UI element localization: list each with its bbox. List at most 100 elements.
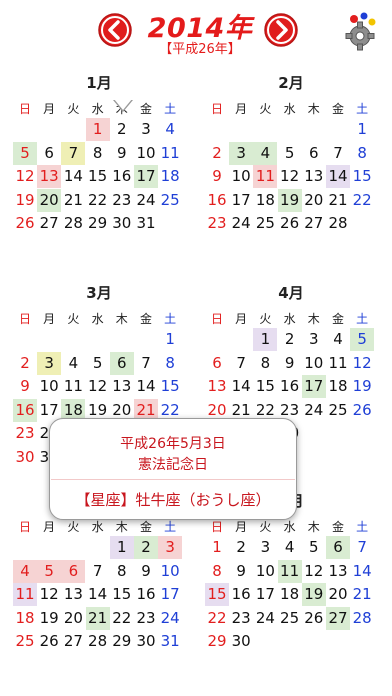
day-cell[interactable]: 22: [86, 189, 110, 212]
day-cell[interactable]: 16: [110, 165, 134, 188]
day-cell[interactable]: 5: [350, 328, 375, 351]
day-cell[interactable]: 19: [277, 188, 302, 212]
day-cell[interactable]: 17: [253, 583, 277, 606]
day-cell[interactable]: 1: [158, 328, 182, 351]
next-year-button[interactable]: [263, 12, 299, 48]
day-cell[interactable]: 15: [350, 165, 374, 188]
day-cell[interactable]: 25: [253, 212, 277, 235]
day-cell[interactable]: 20: [302, 189, 326, 212]
day-cell[interactable]: 18: [13, 607, 37, 630]
day-cell[interactable]: 30: [110, 212, 134, 235]
day-cell[interactable]: 11: [61, 375, 85, 398]
day-cell[interactable]: 8: [253, 352, 277, 375]
day-cell[interactable]: 2: [205, 142, 229, 165]
day-cell[interactable]: 17: [229, 189, 253, 212]
day-cell[interactable]: 11: [326, 352, 350, 375]
day-cell[interactable]: 21: [85, 606, 110, 630]
day-cell[interactable]: 11: [158, 142, 182, 165]
day-cell[interactable]: 7: [134, 352, 158, 375]
day-cell[interactable]: 8: [110, 560, 134, 583]
day-cell[interactable]: 2: [110, 118, 134, 141]
day-cell[interactable]: 26: [13, 212, 37, 235]
day-cell[interactable]: 7: [326, 142, 350, 165]
day-cell[interactable]: 5: [278, 142, 302, 165]
day-cell[interactable]: 10: [37, 375, 61, 398]
day-cell[interactable]: 22: [350, 189, 374, 212]
day-cell[interactable]: 1: [350, 118, 374, 141]
day-cell[interactable]: 11: [277, 559, 302, 583]
day-cell[interactable]: 19: [350, 375, 374, 398]
day-cell[interactable]: 5: [302, 536, 326, 559]
day-cell[interactable]: 3: [37, 351, 62, 375]
day-cell[interactable]: 12: [350, 352, 374, 375]
day-cell[interactable]: 25: [158, 189, 182, 212]
day-cell[interactable]: 9: [13, 375, 37, 398]
day-cell[interactable]: 10: [229, 165, 253, 188]
day-cell[interactable]: 12: [86, 375, 110, 398]
day-cell[interactable]: 15: [86, 165, 110, 188]
day-cell[interactable]: 6: [205, 352, 229, 375]
day-cell[interactable]: 12: [37, 583, 61, 606]
day-cell[interactable]: 3: [253, 536, 277, 559]
day-cell[interactable]: 9: [110, 142, 134, 165]
day-cell[interactable]: 26: [350, 399, 374, 422]
day-cell[interactable]: 14: [326, 165, 350, 188]
day-cell[interactable]: 4: [158, 118, 182, 141]
day-cell[interactable]: 29: [86, 212, 110, 235]
day-cell[interactable]: 10: [134, 142, 158, 165]
day-cell[interactable]: 24: [302, 399, 326, 422]
day-cell[interactable]: 5: [13, 141, 37, 165]
day-cell[interactable]: 12: [302, 560, 326, 583]
day-cell[interactable]: 8: [350, 142, 374, 165]
day-cell[interactable]: 1: [85, 118, 110, 141]
day-cell[interactable]: 21: [326, 189, 350, 212]
day-cell[interactable]: 13: [326, 560, 350, 583]
day-cell[interactable]: 6: [109, 351, 134, 375]
day-cell[interactable]: 26: [302, 607, 326, 630]
day-cell[interactable]: 19: [301, 583, 326, 606]
day-cell[interactable]: 28: [326, 212, 350, 235]
day-cell[interactable]: 25: [278, 607, 302, 630]
day-cell[interactable]: 7: [350, 536, 374, 559]
day-cell[interactable]: 4: [13, 559, 37, 583]
day-cell[interactable]: 1: [205, 536, 229, 559]
day-cell[interactable]: 16: [13, 398, 37, 422]
day-cell[interactable]: 14: [134, 375, 158, 398]
day-cell[interactable]: 7: [86, 560, 110, 583]
day-cell[interactable]: 13: [61, 583, 85, 606]
day-cell[interactable]: 15: [253, 375, 277, 398]
day-cell[interactable]: 30: [13, 446, 37, 469]
day-cell[interactable]: 13: [205, 375, 229, 398]
day-cell[interactable]: 18: [278, 583, 302, 606]
day-cell[interactable]: 9: [278, 352, 302, 375]
day-cell[interactable]: 28: [61, 212, 85, 235]
day-cell[interactable]: 14: [61, 165, 85, 188]
day-cell[interactable]: 8: [158, 352, 182, 375]
day-cell[interactable]: 15: [110, 583, 134, 606]
day-cell[interactable]: 29: [110, 630, 134, 653]
day-cell[interactable]: 12: [278, 165, 302, 188]
day-cell[interactable]: 15: [158, 375, 182, 398]
day-cell[interactable]: 2: [134, 536, 158, 559]
day-cell[interactable]: 10: [253, 560, 277, 583]
day-cell[interactable]: 17: [158, 583, 182, 606]
day-cell[interactable]: 24: [253, 607, 277, 630]
day-cell[interactable]: 16: [134, 583, 158, 606]
day-cell[interactable]: 3: [158, 536, 183, 559]
day-cell[interactable]: 20: [326, 583, 350, 606]
day-cell[interactable]: 9: [205, 165, 229, 188]
day-cell[interactable]: 18: [158, 165, 182, 188]
day-cell[interactable]: 26: [37, 630, 61, 653]
day-cell[interactable]: 2: [13, 352, 37, 375]
day-cell[interactable]: 22: [110, 607, 134, 630]
day-cell[interactable]: 7: [61, 141, 86, 165]
day-cell[interactable]: 13: [37, 165, 62, 188]
day-cell[interactable]: 10: [302, 352, 326, 375]
day-cell[interactable]: 24: [158, 607, 182, 630]
day-cell[interactable]: 12: [13, 165, 37, 188]
day-cell[interactable]: 5: [86, 352, 110, 375]
day-cell[interactable]: 2: [229, 536, 253, 559]
day-cell[interactable]: 23: [134, 607, 158, 630]
day-cell[interactable]: 23: [205, 212, 229, 235]
day-cell[interactable]: 3: [134, 118, 158, 141]
